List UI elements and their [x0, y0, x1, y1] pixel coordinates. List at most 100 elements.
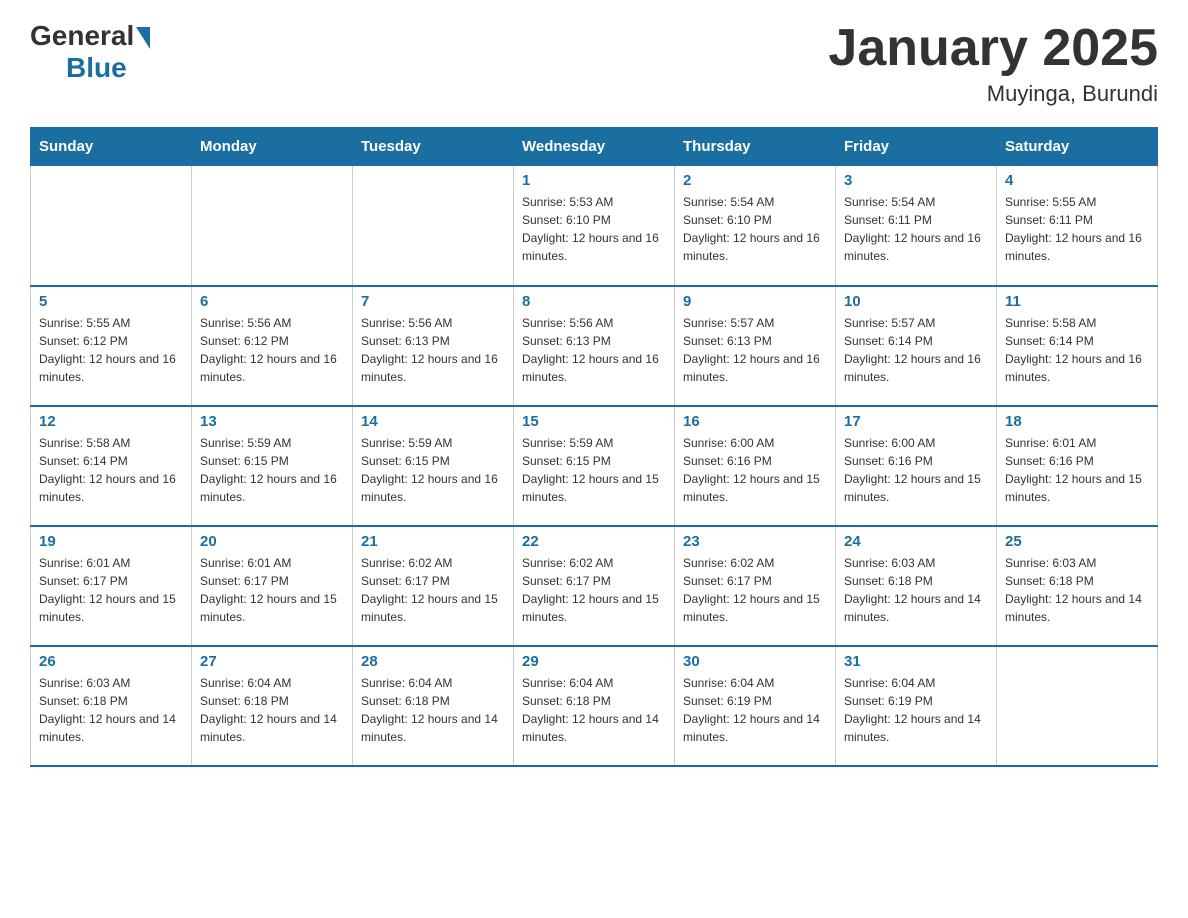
calendar-cell: 16 Sunrise: 6:00 AMSunset: 6:16 PMDayligh…	[675, 406, 836, 526]
day-info: Sunrise: 6:04 AMSunset: 6:18 PMDaylight:…	[200, 674, 344, 746]
day-number: 31	[844, 653, 988, 670]
calendar-cell: 13Sunrise: 5:59 AMSunset: 6:15 PMDayligh…	[192, 406, 353, 526]
day-number: 5	[39, 293, 183, 310]
day-info: Sunrise: 6:04 AMSunset: 6:18 PMDaylight:…	[522, 674, 666, 746]
calendar-cell: 31 Sunrise: 6:04 AMSunset: 6:19 PMDayligh…	[836, 646, 997, 766]
calendar-week-3: 12Sunrise: 5:58 AMSunset: 6:14 PMDayligh…	[31, 406, 1158, 526]
day-number: 12	[39, 413, 183, 430]
day-info: Sunrise: 5:59 AMSunset: 6:15 PMDaylight:…	[361, 434, 505, 506]
day-header-saturday: Saturday	[997, 128, 1158, 166]
day-number: 19	[39, 533, 183, 550]
logo: General Blue	[30, 20, 150, 84]
calendar-cell: 23 Sunrise: 6:02 AMSunset: 6:17 PMDayligh…	[675, 526, 836, 646]
logo-general: General	[30, 20, 134, 52]
logo-triangle-icon	[136, 27, 150, 49]
calendar-cell: 4Sunrise: 5:55 AMSunset: 6:11 PMDaylight…	[997, 166, 1158, 286]
day-info: Sunrise: 6:03 AMSunset: 6:18 PMDaylight:…	[1005, 554, 1149, 626]
page-header: General Blue January 2025 Muyinga, Burun…	[30, 20, 1158, 107]
day-number: 1	[522, 172, 666, 189]
day-info: Sunrise: 6:02 AMSunset: 6:17 PMDaylight:…	[361, 554, 505, 626]
day-number: 10	[844, 293, 988, 310]
calendar-cell	[997, 646, 1158, 766]
day-info: Sunrise: 6:03 AMSunset: 6:18 PMDaylight:…	[39, 674, 183, 746]
calendar-title: January 2025	[828, 20, 1158, 77]
day-info: Sunrise: 5:57 AMSunset: 6:14 PMDaylight:…	[844, 314, 988, 386]
day-info: Sunrise: 6:04 AMSunset: 6:18 PMDaylight:…	[361, 674, 505, 746]
calendar-cell: 24Sunrise: 6:03 AMSunset: 6:18 PMDayligh…	[836, 526, 997, 646]
day-number: 26	[39, 653, 183, 670]
day-number: 2	[683, 172, 827, 189]
calendar-cell: 18 Sunrise: 6:01 AMSunset: 6:16 PMDayligh…	[997, 406, 1158, 526]
day-header-thursday: Thursday	[675, 128, 836, 166]
day-header-monday: Monday	[192, 128, 353, 166]
calendar-cell: 6 Sunrise: 5:56 AMSunset: 6:12 PMDaylight…	[192, 286, 353, 406]
day-info: Sunrise: 6:01 AMSunset: 6:17 PMDaylight:…	[39, 554, 183, 626]
day-header-wednesday: Wednesday	[514, 128, 675, 166]
calendar-cell: 30Sunrise: 6:04 AMSunset: 6:19 PMDayligh…	[675, 646, 836, 766]
calendar-header-row: SundayMondayTuesdayWednesdayThursdayFrid…	[31, 128, 1158, 166]
calendar-cell: 10 Sunrise: 5:57 AMSunset: 6:14 PMDayligh…	[836, 286, 997, 406]
day-header-friday: Friday	[836, 128, 997, 166]
day-number: 14	[361, 413, 505, 430]
calendar-cell	[192, 166, 353, 286]
calendar-cell: 22Sunrise: 6:02 AMSunset: 6:17 PMDayligh…	[514, 526, 675, 646]
calendar-cell: 8 Sunrise: 5:56 AMSunset: 6:13 PMDaylight…	[514, 286, 675, 406]
day-info: Sunrise: 5:58 AMSunset: 6:14 PMDaylight:…	[1005, 314, 1149, 386]
day-info: Sunrise: 5:56 AMSunset: 6:13 PMDaylight:…	[522, 314, 666, 386]
day-number: 3	[844, 172, 988, 189]
day-info: Sunrise: 5:56 AMSunset: 6:12 PMDaylight:…	[200, 314, 344, 386]
day-number: 7	[361, 293, 505, 310]
calendar-table: SundayMondayTuesdayWednesdayThursdayFrid…	[30, 127, 1158, 767]
calendar-cell: 29 Sunrise: 6:04 AMSunset: 6:18 PMDayligh…	[514, 646, 675, 766]
title-section: January 2025 Muyinga, Burundi	[828, 20, 1158, 107]
day-info: Sunrise: 6:04 AMSunset: 6:19 PMDaylight:…	[844, 674, 988, 746]
day-info: Sunrise: 5:54 AMSunset: 6:10 PMDaylight:…	[683, 193, 827, 265]
day-number: 22	[522, 533, 666, 550]
calendar-week-5: 26 Sunrise: 6:03 AMSunset: 6:18 PMDayligh…	[31, 646, 1158, 766]
day-info: Sunrise: 5:57 AMSunset: 6:13 PMDaylight:…	[683, 314, 827, 386]
day-number: 18	[1005, 413, 1149, 430]
calendar-cell	[31, 166, 192, 286]
calendar-week-4: 19 Sunrise: 6:01 AMSunset: 6:17 PMDayligh…	[31, 526, 1158, 646]
day-number: 25	[1005, 533, 1149, 550]
calendar-cell: 27 Sunrise: 6:04 AMSunset: 6:18 PMDayligh…	[192, 646, 353, 766]
calendar-cell	[353, 166, 514, 286]
calendar-cell: 14 Sunrise: 5:59 AMSunset: 6:15 PMDayligh…	[353, 406, 514, 526]
day-info: Sunrise: 6:00 AMSunset: 6:16 PMDaylight:…	[844, 434, 988, 506]
calendar-location: Muyinga, Burundi	[828, 81, 1158, 107]
day-number: 23	[683, 533, 827, 550]
day-number: 30	[683, 653, 827, 670]
calendar-cell: 17 Sunrise: 6:00 AMSunset: 6:16 PMDayligh…	[836, 406, 997, 526]
day-info: Sunrise: 6:00 AMSunset: 6:16 PMDaylight:…	[683, 434, 827, 506]
day-info: Sunrise: 5:55 AMSunset: 6:12 PMDaylight:…	[39, 314, 183, 386]
calendar-cell: 15 Sunrise: 5:59 AMSunset: 6:15 PMDayligh…	[514, 406, 675, 526]
day-number: 9	[683, 293, 827, 310]
calendar-cell: 7Sunrise: 5:56 AMSunset: 6:13 PMDaylight…	[353, 286, 514, 406]
calendar-cell: 2 Sunrise: 5:54 AMSunset: 6:10 PMDaylight…	[675, 166, 836, 286]
calendar-cell: 11Sunrise: 5:58 AMSunset: 6:14 PMDayligh…	[997, 286, 1158, 406]
day-info: Sunrise: 5:59 AMSunset: 6:15 PMDaylight:…	[200, 434, 344, 506]
calendar-week-1: 1Sunrise: 5:53 AMSunset: 6:10 PMDaylight…	[31, 166, 1158, 286]
day-header-tuesday: Tuesday	[353, 128, 514, 166]
day-info: Sunrise: 6:01 AMSunset: 6:17 PMDaylight:…	[200, 554, 344, 626]
calendar-cell: 21Sunrise: 6:02 AMSunset: 6:17 PMDayligh…	[353, 526, 514, 646]
day-number: 28	[361, 653, 505, 670]
day-number: 27	[200, 653, 344, 670]
calendar-cell: 1Sunrise: 5:53 AMSunset: 6:10 PMDaylight…	[514, 166, 675, 286]
day-number: 8	[522, 293, 666, 310]
day-number: 29	[522, 653, 666, 670]
day-number: 6	[200, 293, 344, 310]
calendar-cell: 19 Sunrise: 6:01 AMSunset: 6:17 PMDayligh…	[31, 526, 192, 646]
calendar-cell: 9 Sunrise: 5:57 AMSunset: 6:13 PMDaylight…	[675, 286, 836, 406]
calendar-cell: 20Sunrise: 6:01 AMSunset: 6:17 PMDayligh…	[192, 526, 353, 646]
day-info: Sunrise: 6:02 AMSunset: 6:17 PMDaylight:…	[683, 554, 827, 626]
calendar-week-2: 5 Sunrise: 5:55 AMSunset: 6:12 PMDaylight…	[31, 286, 1158, 406]
calendar-cell: 12Sunrise: 5:58 AMSunset: 6:14 PMDayligh…	[31, 406, 192, 526]
day-info: Sunrise: 6:01 AMSunset: 6:16 PMDaylight:…	[1005, 434, 1149, 506]
day-number: 17	[844, 413, 988, 430]
day-number: 4	[1005, 172, 1149, 189]
day-number: 15	[522, 413, 666, 430]
day-number: 16	[683, 413, 827, 430]
calendar-cell: 5 Sunrise: 5:55 AMSunset: 6:12 PMDaylight…	[31, 286, 192, 406]
day-info: Sunrise: 5:59 AMSunset: 6:15 PMDaylight:…	[522, 434, 666, 506]
